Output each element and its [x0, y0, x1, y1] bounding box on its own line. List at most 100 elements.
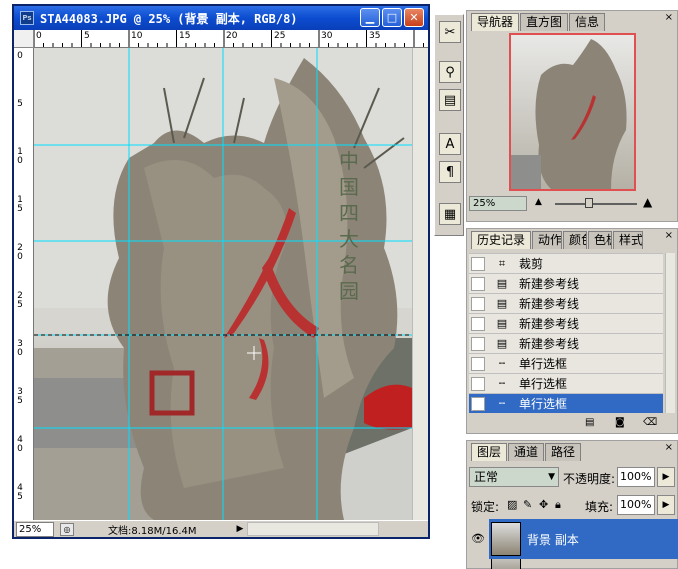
ruler-label: 30 [17, 339, 23, 358]
ruler-label: 20 [17, 243, 23, 262]
vertical-scrollbar[interactable] [412, 48, 428, 520]
lock-move-icon[interactable]: ✥ [539, 498, 548, 511]
history-item[interactable]: ▤ 新建参考线 [469, 273, 663, 293]
stamp-icon[interactable]: ▤ [439, 89, 461, 111]
panel-close-icon[interactable]: × [665, 230, 673, 241]
history-item-label: 单行选框 [519, 377, 568, 391]
eye-icon[interactable]: 👁︎ [467, 519, 489, 559]
history-tabs: 历史记录 动作 颜色 色板 样式 [471, 231, 644, 249]
document-titlebar[interactable]: Ps STA44083.JPG @ 25% (背景 副本, RGB/8) ▁ □… [14, 6, 428, 30]
history-source-checkbox[interactable] [471, 336, 485, 351]
history-item[interactable]: ▤ 新建参考线 [469, 333, 663, 353]
trash-icon[interactable]: ⌫ [643, 417, 657, 428]
history-source-checkbox[interactable] [471, 276, 485, 291]
history-item-label: 裁剪 [519, 257, 544, 271]
history-item[interactable]: ▤ 新建参考线 [469, 293, 663, 313]
history-item-label: 新建参考线 [519, 297, 580, 311]
opacity-label: 不透明度: [563, 472, 616, 486]
navigator-zoom-field[interactable]: 25% [469, 196, 527, 211]
navigator-preview[interactable] [509, 33, 636, 191]
history-item[interactable]: ⌗ 裁剪 [469, 253, 663, 273]
history-item-label: 新建参考线 [519, 277, 580, 291]
status-options-icon[interactable]: ◎ [60, 522, 74, 536]
clone-stamp-icon[interactable]: ⚲ [439, 61, 461, 83]
close-button[interactable]: ✕ [404, 8, 424, 27]
image-canvas[interactable]: 中国四大名园 [34, 48, 412, 520]
ruler-label: 30 [321, 31, 333, 41]
lock-transparency-icon[interactable]: ▨ [507, 498, 517, 511]
snapshot-icon[interactable]: ◙ [615, 417, 625, 428]
history-source-checkbox[interactable] [471, 316, 485, 331]
tab-channels[interactable]: 通道 [508, 443, 545, 461]
vertical-ruler[interactable]: 0 5 10 15 20 25 30 35 40 45 [14, 48, 34, 520]
tab-layers[interactable]: 图层 [471, 443, 508, 461]
layer-row-selected[interactable]: 👁︎ 背景 副本 [467, 519, 678, 559]
tab-info[interactable]: 信息 [569, 13, 606, 31]
blend-mode-select[interactable]: 正常 ▼ [469, 467, 559, 487]
lock-all-icon[interactable]: 🔒︎ [555, 498, 561, 512]
maximize-button[interactable]: □ [382, 8, 402, 27]
history-source-checkbox[interactable] [471, 376, 485, 391]
navigator-tabs: 导航器 直方图 信息 [471, 13, 606, 31]
ruler-label: 5 [17, 99, 23, 109]
horizontal-scrollbar[interactable] [247, 522, 380, 536]
type-icon[interactable]: A [439, 133, 461, 155]
minimize-button[interactable]: ▁ [360, 8, 380, 27]
tab-swatches[interactable]: 色板 [588, 231, 613, 249]
tab-history[interactable]: 历史记录 [471, 231, 532, 249]
history-source-checkbox[interactable] [471, 256, 485, 271]
ruler-origin[interactable] [14, 30, 34, 48]
layer-thumbnail [491, 522, 521, 556]
new-document-from-state-icon[interactable]: ▤ [585, 417, 594, 428]
opacity-arrow-icon[interactable]: ▶ [657, 467, 675, 487]
ruler-label: 0 [17, 51, 23, 61]
navigator-panel: 导航器 直方图 信息 × 25% ▲ ▲ [466, 10, 678, 222]
history-source-checkbox[interactable] [471, 356, 485, 371]
tab-styles[interactable]: 样式 [613, 231, 644, 249]
panel-icon[interactable]: ▦ [439, 203, 461, 225]
history-item-label: 新建参考线 [519, 317, 580, 331]
status-menu-arrow-icon[interactable]: ▶ [237, 524, 244, 534]
lock-paint-icon[interactable]: ✎ [523, 498, 532, 511]
history-item[interactable]: ╌ 单行选框 [469, 373, 663, 393]
tool-strip: ✂ ⚲ ▤ A ¶ ▦ [434, 14, 464, 236]
ruler-label: 45 [17, 483, 23, 502]
fill-field[interactable]: 100% [617, 495, 655, 515]
tab-navigator[interactable]: 导航器 [471, 13, 520, 31]
blend-mode-value: 正常 [474, 470, 499, 484]
tab-histogram[interactable]: 直方图 [520, 13, 569, 31]
zoom-slider[interactable] [555, 198, 637, 208]
ruler-label: 25 [274, 31, 286, 41]
history-item[interactable]: ╌ 单行选框 [469, 353, 663, 373]
history-source-checkbox[interactable] [471, 296, 485, 311]
history-scrollbar[interactable] [665, 253, 675, 413]
zoom-in-icon[interactable]: ▲ [643, 195, 652, 209]
document-icon: ▤ [496, 297, 508, 310]
fill-arrow-icon[interactable]: ▶ [657, 495, 675, 515]
history-item[interactable]: ▤ 新建参考线 [469, 313, 663, 333]
panel-close-icon[interactable]: × [665, 442, 673, 453]
zoom-slider-thumb[interactable] [585, 198, 593, 208]
photoshop-icon: Ps [20, 11, 34, 25]
tools-icon[interactable]: ✂ [439, 21, 461, 43]
document-statusbar: 25% ◎ 文档:8.18M/16.4M ▶ [14, 520, 428, 537]
horizontal-ruler[interactable]: 0 5 10 15 20 25 30 35 [34, 30, 428, 48]
lock-label: 锁定: [471, 500, 500, 514]
ruler-label: 10 [17, 147, 23, 166]
layer-row[interactable] [467, 559, 678, 569]
tab-actions[interactable]: 动作 [532, 231, 563, 249]
tab-color[interactable]: 颜色 [563, 231, 588, 249]
document-window: Ps STA44083.JPG @ 25% (背景 副本, RGB/8) ▁ □… [12, 4, 430, 539]
history-item-selected[interactable]: ▷ ╌ 单行选框 [469, 393, 663, 413]
history-state-marker-icon[interactable]: ▷ [471, 396, 485, 412]
history-panel: 历史记录 动作 颜色 色板 样式 × ⌗ 裁剪 ▤ 新建参考线 ▤ 新建参考线 … [466, 228, 678, 434]
paragraph-icon[interactable]: ¶ [439, 161, 461, 183]
opacity-field[interactable]: 100% [617, 467, 655, 487]
ruler-label: 40 [17, 435, 23, 454]
layers-panel: 图层 通道 路径 × 正常 ▼ 不透明度: 100% ▶ 锁定: ▨ ✎ ✥ 🔒… [466, 440, 678, 569]
zoom-field[interactable]: 25% [16, 521, 54, 537]
panel-close-icon[interactable]: × [665, 12, 673, 23]
ruler-label: 15 [17, 195, 23, 214]
tab-paths[interactable]: 路径 [545, 443, 582, 461]
zoom-out-icon[interactable]: ▲ [535, 197, 542, 207]
